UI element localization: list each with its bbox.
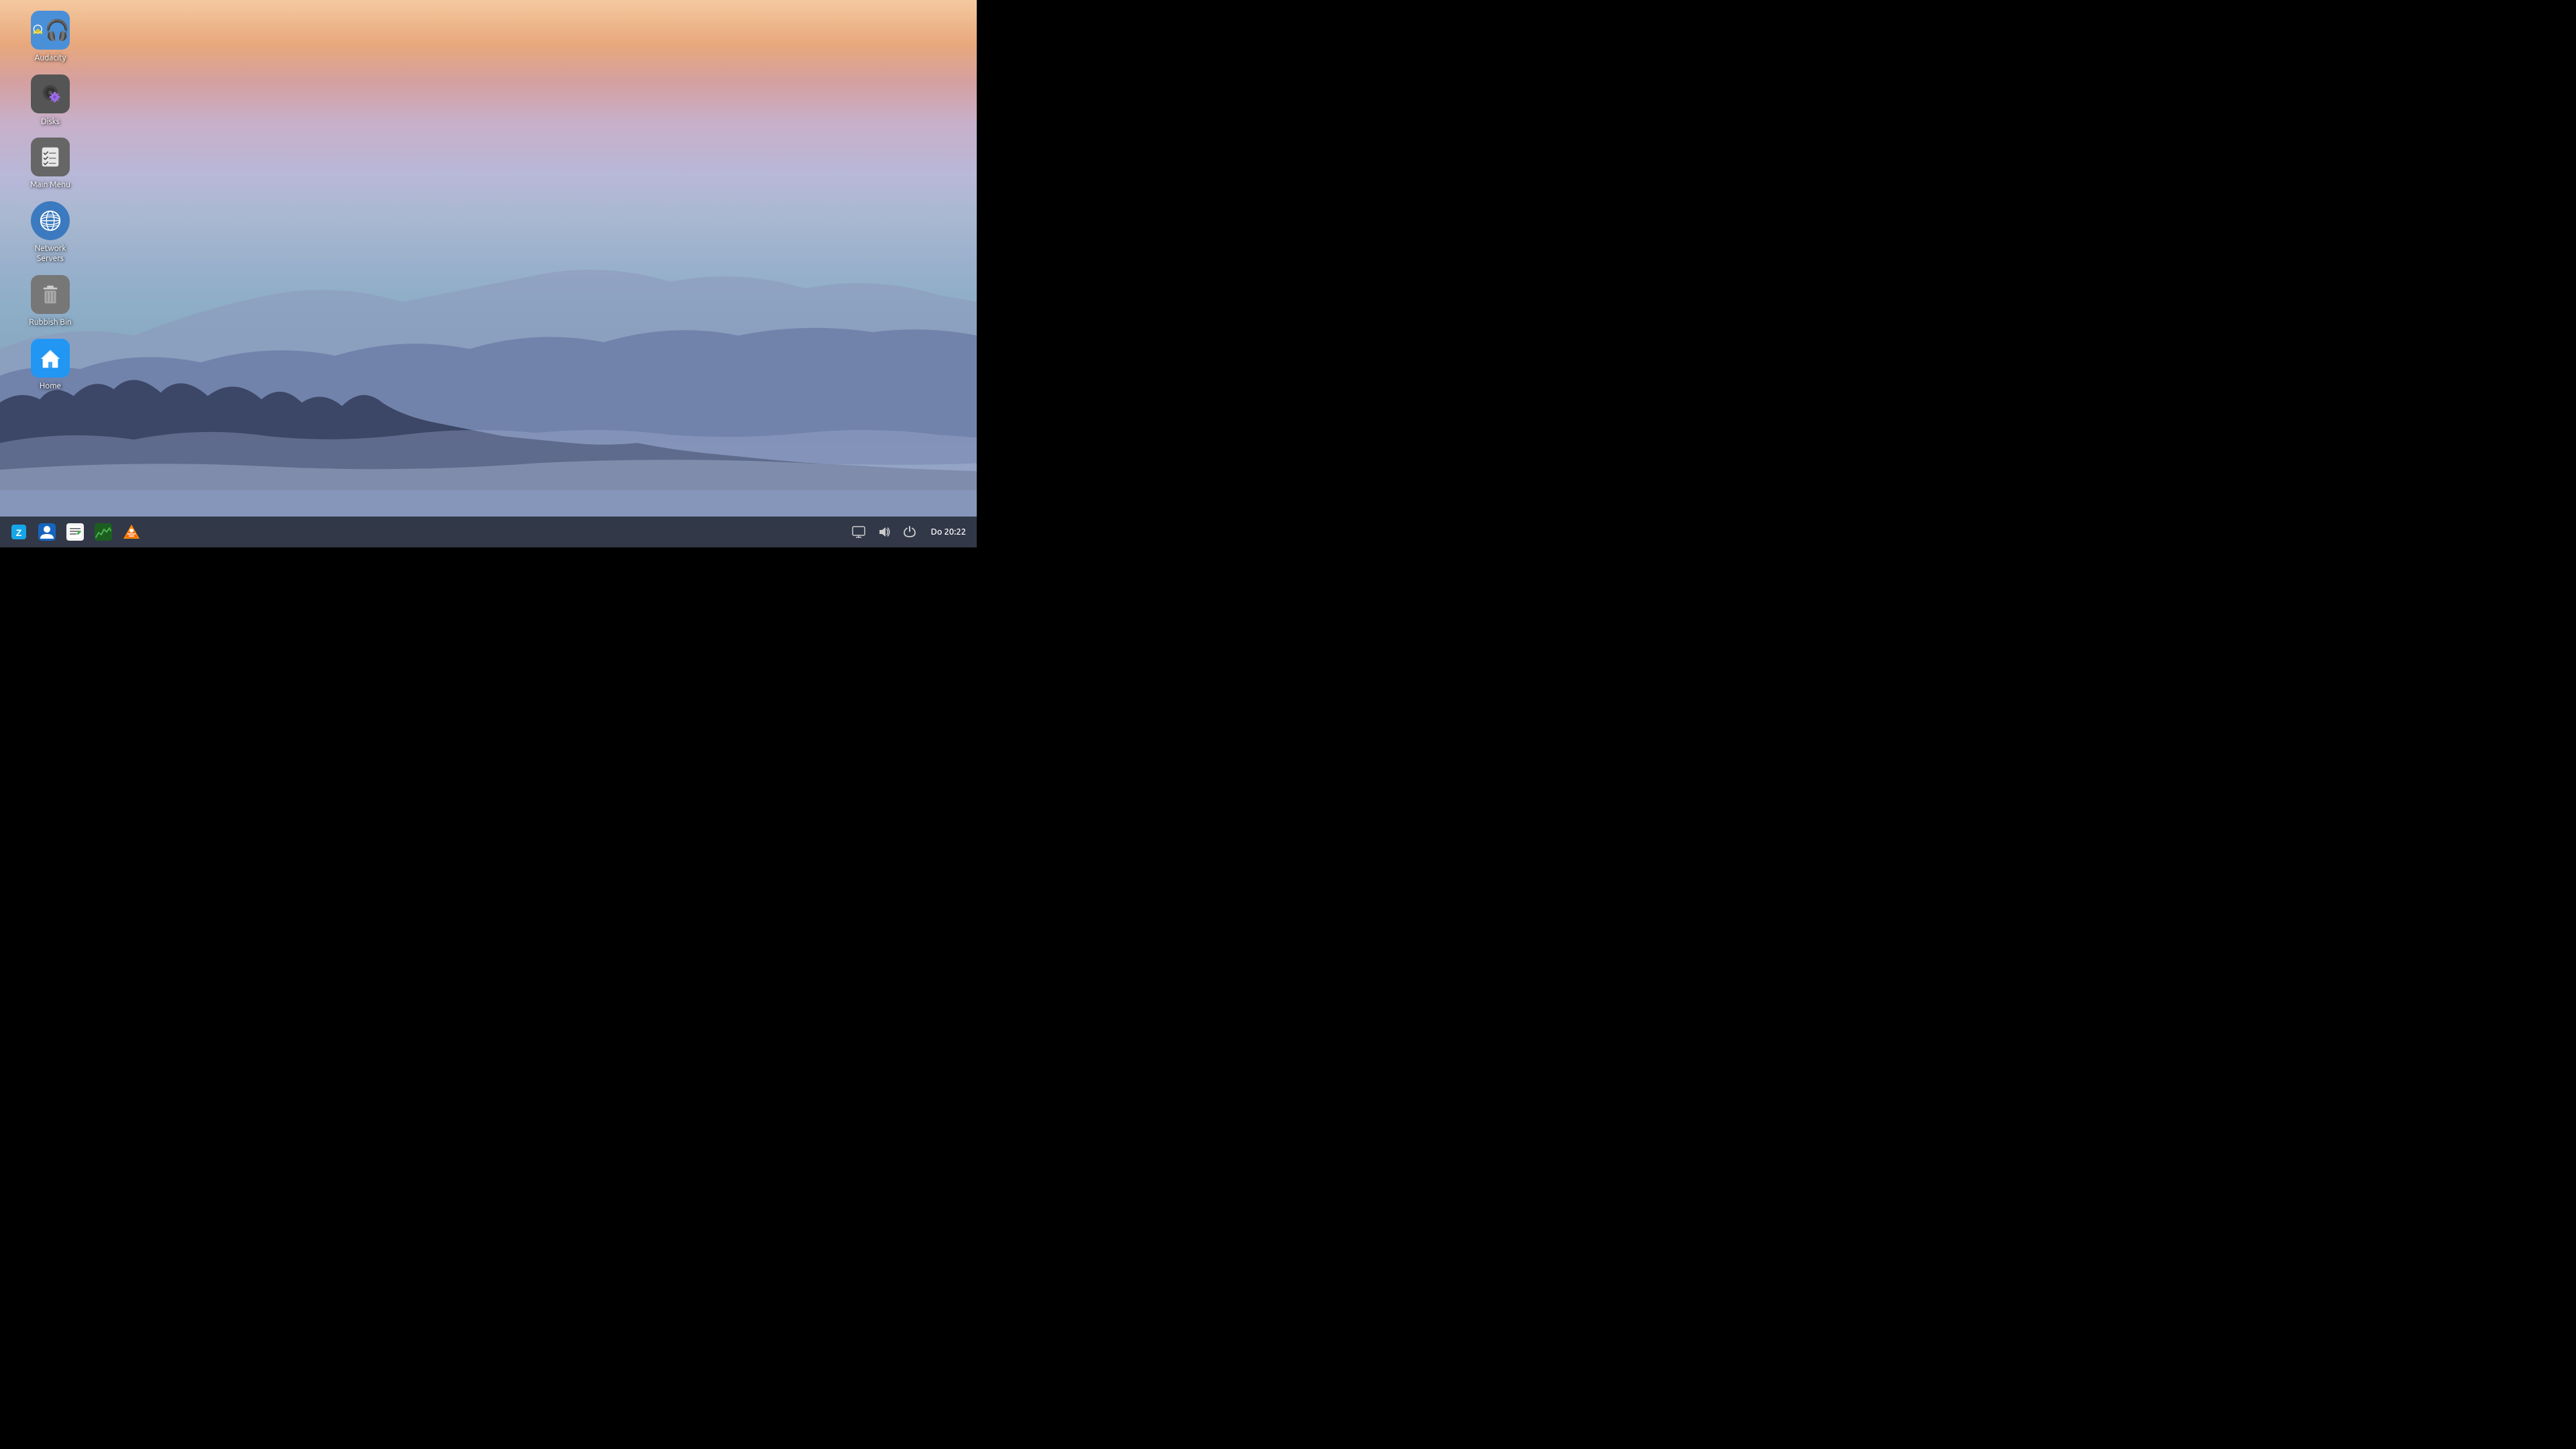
home-label: Home: [40, 381, 61, 392]
taskbar-clock[interactable]: Do 20:22: [925, 526, 971, 538]
disks-label: Disks: [41, 117, 60, 127]
taskbar-zorin-button[interactable]: Z: [5, 519, 32, 545]
main-menu-label: Main Menu: [30, 180, 70, 191]
taskbar-text-editor-button[interactable]: [62, 519, 89, 545]
taskbar-system-monitor-button[interactable]: [90, 519, 117, 545]
network-servers-label: Network Servers: [24, 244, 76, 264]
desktop-icon-rubbish-bin[interactable]: Rubbish Bin: [20, 271, 80, 332]
mountain-background: [0, 161, 977, 517]
taskbar: Z: [0, 517, 977, 547]
desktop-icon-home[interactable]: Home: [20, 335, 80, 396]
taskbar-display-button[interactable]: [849, 520, 869, 544]
rubbish-icon-img: [31, 275, 70, 314]
home-icon-img: [31, 339, 70, 378]
wallpaper: [0, 0, 977, 547]
taskbar-contacts-button[interactable]: [34, 519, 60, 545]
taskbar-vlc-button[interactable]: [118, 519, 145, 545]
svg-text:Z: Z: [16, 527, 22, 538]
desktop-icon-disks[interactable]: Disks: [20, 70, 80, 131]
mainmenu-icon-img: [31, 138, 70, 176]
desktop-icon-main-menu[interactable]: Main Menu: [20, 133, 80, 195]
network-icon-img: [31, 201, 70, 240]
taskbar-power-button[interactable]: [900, 520, 920, 544]
taskbar-system-tray: Do 20:22: [849, 520, 971, 544]
rubbish-bin-label: Rubbish Bin: [29, 317, 71, 328]
audacity-icon-img: [31, 11, 70, 50]
audacity-label: Audacity: [35, 53, 66, 64]
taskbar-apps: Z: [5, 519, 145, 545]
disks-icon-img: [31, 74, 70, 113]
desktop-icon-network-servers[interactable]: Network Servers: [20, 197, 80, 268]
desktop-icon-audacity[interactable]: Audacity: [20, 7, 80, 68]
taskbar-volume-button[interactable]: [874, 520, 894, 544]
desktop-icons: Audacity Disks: [20, 7, 80, 395]
